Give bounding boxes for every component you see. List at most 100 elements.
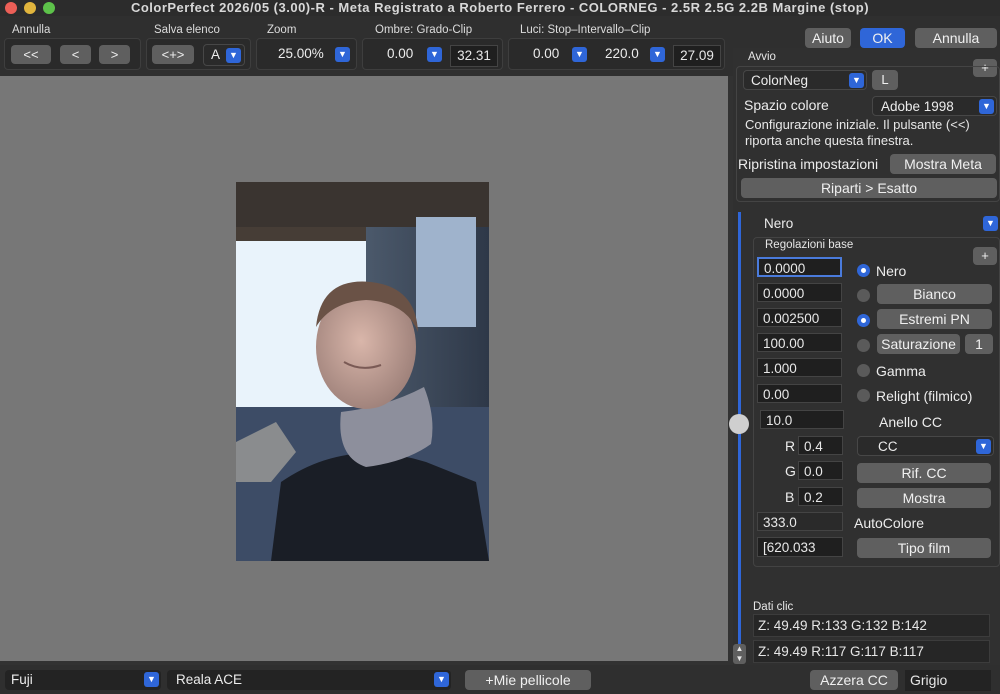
ripristina-label: Ripristina impostazioni <box>738 156 879 172</box>
next-button[interactable]: > <box>99 45 130 64</box>
estremi-button[interactable]: Estremi PN <box>877 309 992 329</box>
first-button[interactable]: << <box>11 45 51 64</box>
salva-slot-value: A <box>211 47 221 62</box>
saturazione-button[interactable]: Saturazione <box>877 334 960 354</box>
regolazioni-plus-button[interactable]: + <box>973 247 997 265</box>
anello-label: Anello CC <box>879 414 943 430</box>
chevron-down-icon: ▼ <box>979 99 994 114</box>
avvio-info-text: Configurazione iniziale. Il pulsante (<<… <box>745 117 970 148</box>
b-label: B <box>785 489 795 505</box>
bianco-button[interactable]: Bianco <box>877 284 992 304</box>
chevron-down-icon: ▼ <box>427 47 442 62</box>
annulla-button[interactable]: Annulla <box>915 28 997 48</box>
chevron-down-icon: ▼ <box>144 672 159 687</box>
tipo-film-field[interactable]: [620.033 <box>757 537 843 557</box>
cc-value: CC <box>878 439 898 454</box>
chevron-down-icon: ▼ <box>572 47 587 62</box>
tipo-film-button[interactable]: Tipo film <box>857 538 991 558</box>
saturazione-count-button[interactable]: 1 <box>965 334 993 354</box>
film-type-select[interactable]: Reala ACE ▼ <box>167 670 451 690</box>
colorspace-value: Adobe 1998 <box>881 99 954 114</box>
mostra-meta-button[interactable]: Mostra Meta <box>890 154 996 174</box>
slider-thumb[interactable] <box>729 414 749 434</box>
luci-stop-value: 0.00 <box>533 46 560 61</box>
gamma-label: Gamma <box>876 363 926 379</box>
colorspace-label: Spazio colore <box>744 97 829 113</box>
relight-field[interactable]: 0.00 <box>757 384 842 403</box>
window-title: ColorPerfect 2026/05 (3.00)-R - Meta Reg… <box>130 0 870 15</box>
preset-select[interactable]: Nero ▼ <box>753 214 998 234</box>
regolazioni-title: Regolazioni base <box>765 239 854 251</box>
anello-field[interactable]: 10.0 <box>760 410 844 429</box>
estremi-radio[interactable] <box>857 314 870 327</box>
salva-slot-select[interactable]: A ▼ <box>203 44 245 66</box>
chevron-down-icon: ▼ <box>226 48 241 63</box>
chevron-down-icon: ▼ <box>650 47 665 62</box>
azzera-cc-button[interactable]: Azzera CC <box>810 670 898 690</box>
panel-scroll-slider[interactable] <box>738 212 741 657</box>
saturazione-field[interactable]: 100.00 <box>757 333 842 352</box>
ombre-grade-value: 0.00 <box>387 46 414 61</box>
nero-field[interactable]: 0.0000 <box>757 257 842 277</box>
chevron-down-icon: ▼ <box>434 672 449 687</box>
gamma-field[interactable]: 1.000 <box>757 358 842 377</box>
film-type-value: Reala ACE <box>176 672 243 687</box>
ombre-label: Ombre: Grado-Clip <box>375 24 473 36</box>
bianco-radio[interactable] <box>857 289 870 302</box>
saturazione-radio[interactable] <box>857 339 870 352</box>
luci-stop-select[interactable]: 0.00 ▼ <box>521 44 588 66</box>
bianco-field[interactable]: 0.0000 <box>757 283 842 302</box>
mode-select[interactable]: ColorNeg ▼ <box>743 70 867 90</box>
film-brand-select[interactable]: Fuji ▼ <box>5 670 161 690</box>
luci-range-select[interactable]: 220.0 ▼ <box>596 44 666 66</box>
zoom-select[interactable]: 25.00% ▼ <box>263 44 352 66</box>
ombre-grade-select[interactable]: 0.00 ▼ <box>377 44 443 66</box>
rif-cc-button[interactable]: Rif. CC <box>857 463 991 483</box>
dati-clic-row-2: Z: 49.49 R:117 G:117 B:117 <box>753 640 990 663</box>
prev-button[interactable]: < <box>60 45 91 64</box>
chevron-down-icon: ▼ <box>335 47 350 62</box>
r-label: R <box>785 438 796 454</box>
chevron-down-icon: ▼ <box>983 216 998 231</box>
autocolore-field[interactable]: 333.0 <box>757 512 843 531</box>
autocolore-label: AutoColore <box>854 515 925 531</box>
r-field[interactable]: 0.4 <box>798 436 843 455</box>
photo-preview[interactable] <box>236 182 489 561</box>
portrait-photo <box>236 182 489 561</box>
stepper-icon[interactable]: ▲ ▼ <box>733 644 746 664</box>
mie-pellicole-button[interactable]: +Mie pellicole <box>465 670 591 690</box>
luci-label: Luci: Stop–Intervallo–Clip <box>520 24 651 36</box>
dati-clic-row-1: Z: 49.49 R:133 G:132 B:142 <box>753 614 990 637</box>
luci-range-value: 220.0 <box>605 46 639 61</box>
l-button[interactable]: L <box>872 70 898 90</box>
aiuto-button[interactable]: Aiuto <box>805 28 851 48</box>
zoom-label: Zoom <box>267 24 297 36</box>
zoom-value: 25.00% <box>278 46 324 61</box>
relight-radio[interactable] <box>857 389 870 402</box>
annulla-group-label: Annulla <box>12 24 51 36</box>
b-field[interactable]: 0.2 <box>798 487 843 506</box>
nero-label: Nero <box>876 263 907 279</box>
g-label: G <box>785 463 796 479</box>
salva-list-button[interactable]: <+> <box>152 45 194 64</box>
chevron-down-icon: ▼ <box>976 439 991 454</box>
g-field[interactable]: 0.0 <box>798 461 843 480</box>
grigio-field[interactable]: Grigio <box>905 670 991 691</box>
title-bar: ColorPerfect 2026/05 (3.00)-R - Meta Reg… <box>0 0 1000 16</box>
mostra-button[interactable]: Mostra <box>857 488 991 508</box>
relight-label: Relight (filmico) <box>876 388 973 404</box>
film-brand-value: Fuji <box>11 672 33 687</box>
chevron-down-icon: ▼ <box>849 73 864 88</box>
avvio-title: Avvio <box>748 51 776 63</box>
ombre-clip-field[interactable]: 32.31 <box>450 45 498 67</box>
gamma-radio[interactable] <box>857 364 870 377</box>
cc-select[interactable]: CC ▼ <box>857 436 994 456</box>
mode-value: ColorNeg <box>751 73 809 88</box>
colorspace-select[interactable]: Adobe 1998 ▼ <box>872 96 997 116</box>
ok-button[interactable]: OK <box>860 28 905 48</box>
dati-clic-title: Dati clic <box>753 601 794 613</box>
nero-radio[interactable] <box>857 264 870 277</box>
estremi-field[interactable]: 0.002500 <box>757 308 842 327</box>
riparti-button[interactable]: Riparti > Esatto <box>741 178 997 198</box>
luci-clip-field[interactable]: 27.09 <box>673 45 721 67</box>
